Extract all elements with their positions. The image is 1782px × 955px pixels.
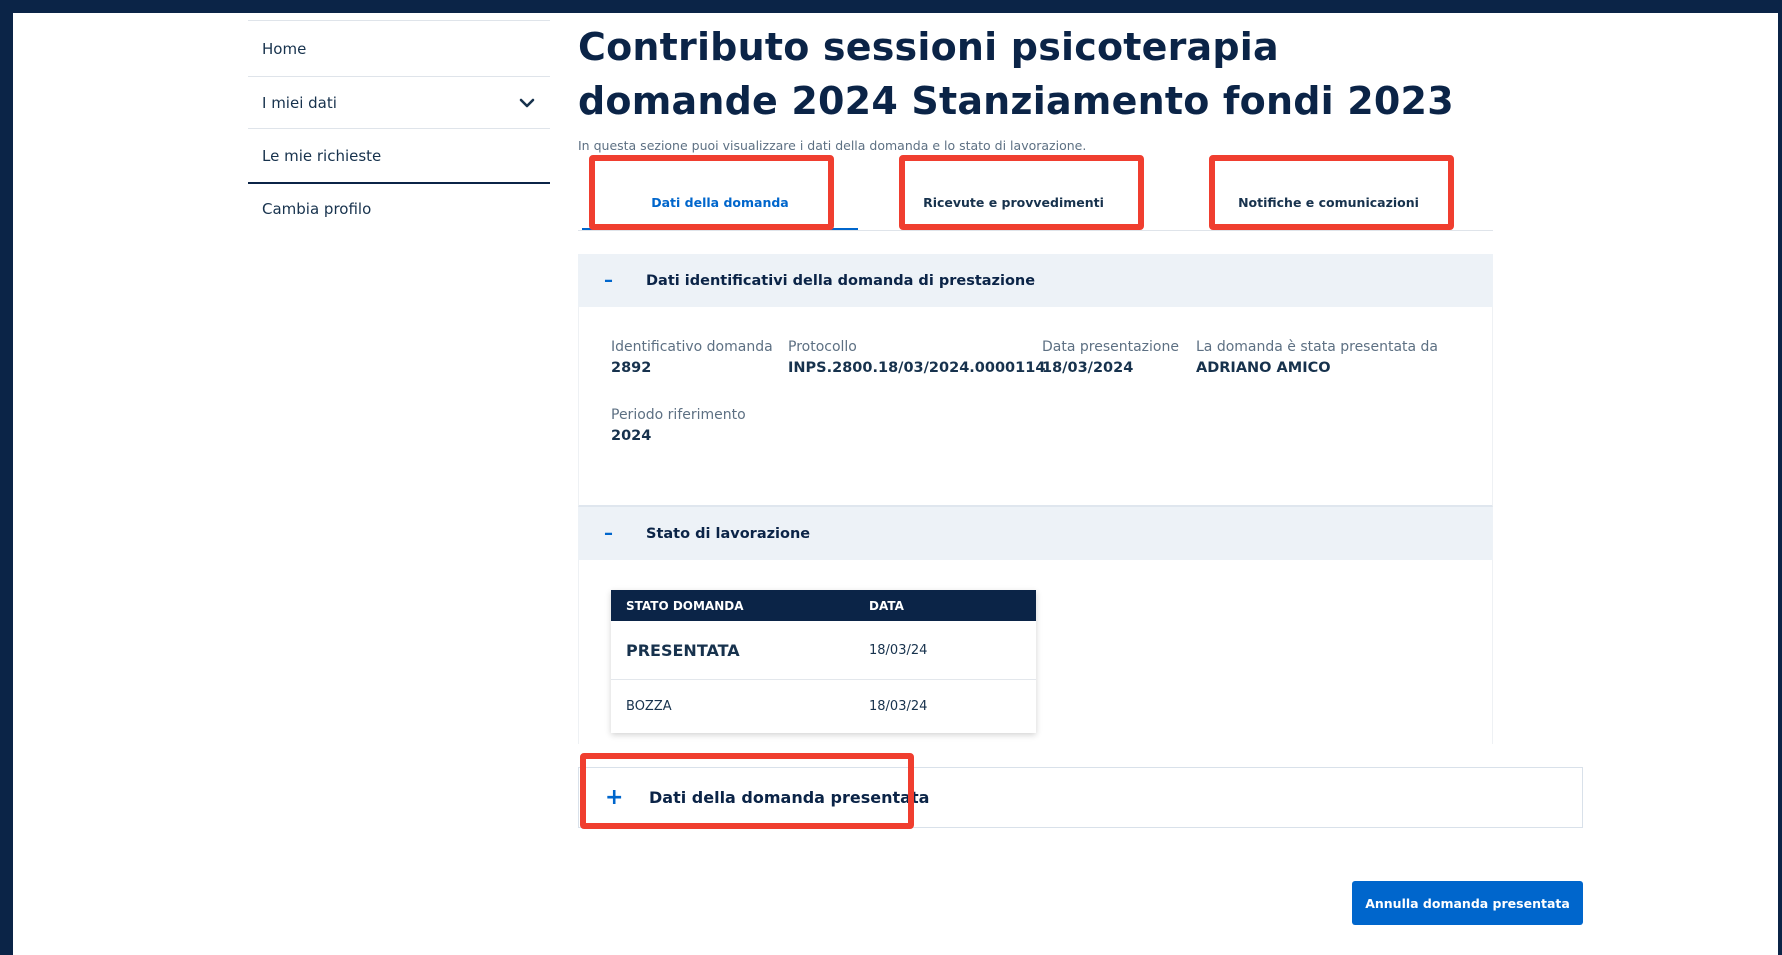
cell-data: 18/03/24 (869, 642, 928, 658)
active-tab-indicator (582, 228, 858, 230)
sidebar-item-label: I miei dati (262, 93, 337, 112)
field-data-presentazione: Data presentazione 18/03/2024 (1042, 339, 1179, 376)
cell-data: 18/03/24 (869, 699, 928, 714)
field-label: Data presentazione (1042, 339, 1179, 355)
field-value: 2892 (611, 360, 652, 376)
page-title: Contributo sessioni psicoterapia domande… (578, 25, 1454, 123)
annulla-domanda-button[interactable]: Annulla domanda presentata (1352, 881, 1583, 925)
field-value: INPS.2800.18/03/2024.0000114 (788, 360, 1046, 376)
field-value: ADRIANO AMICO (1196, 360, 1331, 376)
accordion-stato-lavorazione-body: STATO DOMANDA DATA PRESENTATA 18/03/24 B… (578, 560, 1493, 744)
tab-label: Notifiche e comunicazioni (1238, 194, 1419, 210)
accordion-dati-identificativi-body: Identificativo domanda 2892 Protocollo I… (578, 307, 1493, 507)
field-protocollo: Protocollo INPS.2800.18/03/2024.0000114 (788, 339, 1045, 376)
field-value: 2024 (611, 428, 652, 444)
field-periodo-riferimento: Periodo riferimento 2024 (611, 407, 746, 444)
field-value: 18/03/2024 (1042, 360, 1134, 376)
chevron-down-icon[interactable] (518, 94, 536, 112)
table-header: STATO DOMANDA DATA (611, 590, 1036, 621)
table-row: PRESENTATA 18/03/24 (611, 621, 1036, 680)
tab-label: Dati della domanda (651, 194, 789, 210)
field-label: Identificativo domanda (611, 339, 773, 355)
accordion-dati-domanda-presentata-header[interactable]: + Dati della domanda presentata (578, 767, 1583, 828)
accordion-dati-identificativi-header[interactable]: – Dati identificativi della domanda di p… (578, 254, 1493, 307)
cell-stato: PRESENTATA (626, 640, 740, 660)
field-presentata-da: La domanda è stata presentata da ADRIANO… (1196, 339, 1438, 376)
accordion-title: Stato di lavorazione (646, 525, 811, 542)
tab-dati-della-domanda[interactable]: Dati della domanda (582, 175, 858, 229)
sidebar-item-i-miei-dati[interactable]: I miei dati (248, 76, 550, 128)
field-label: La domanda è stata presentata da (1196, 339, 1439, 355)
expand-icon: + (605, 785, 624, 810)
tab-notifiche-e-comunicazioni[interactable]: Notifiche e comunicazioni (1211, 175, 1446, 229)
tab-bar: Dati della domanda Ricevute e provvedime… (578, 175, 1493, 231)
sidebar-nav: Home I miei dati Le mie richieste Cambia… (248, 20, 550, 232)
sidebar-item-cambia-profilo[interactable]: Cambia profilo (248, 184, 550, 232)
sidebar-item-le-mie-richieste[interactable]: Le mie richieste (248, 128, 550, 184)
collapse-icon: – (604, 523, 613, 544)
column-header-stato: STATO DOMANDA (626, 598, 744, 613)
page-intro: In questa sezione puoi visualizzare i da… (578, 138, 1087, 153)
cell-stato: BOZZA (626, 699, 672, 714)
sidebar-item-label: Cambia profilo (262, 200, 372, 218)
status-table: STATO DOMANDA DATA PRESENTATA 18/03/24 B… (611, 590, 1036, 733)
sidebar-item-label: Home (262, 39, 307, 58)
accordion-title: Dati della domanda presentata (649, 788, 930, 807)
collapse-icon: – (604, 270, 613, 291)
sidebar-item-home[interactable]: Home (248, 20, 550, 76)
sidebar-item-label: Le mie richieste (262, 146, 382, 165)
application-details-panel: – Dati identificativi della domanda di p… (578, 254, 1493, 744)
column-header-data: DATA (869, 598, 904, 613)
field-label: Protocollo (788, 339, 857, 355)
field-identificativo-domanda: Identificativo domanda 2892 (611, 339, 773, 376)
tab-label: Ricevute e provvedimenti (923, 194, 1104, 210)
accordion-title: Dati identificativi della domanda di pre… (646, 272, 1036, 289)
field-label: Periodo riferimento (611, 407, 746, 423)
accordion-stato-lavorazione-header[interactable]: – Stato di lavorazione (578, 507, 1493, 560)
tab-ricevute-e-provvedimenti[interactable]: Ricevute e provvedimenti (896, 175, 1131, 229)
table-row: BOZZA 18/03/24 (611, 680, 1036, 733)
